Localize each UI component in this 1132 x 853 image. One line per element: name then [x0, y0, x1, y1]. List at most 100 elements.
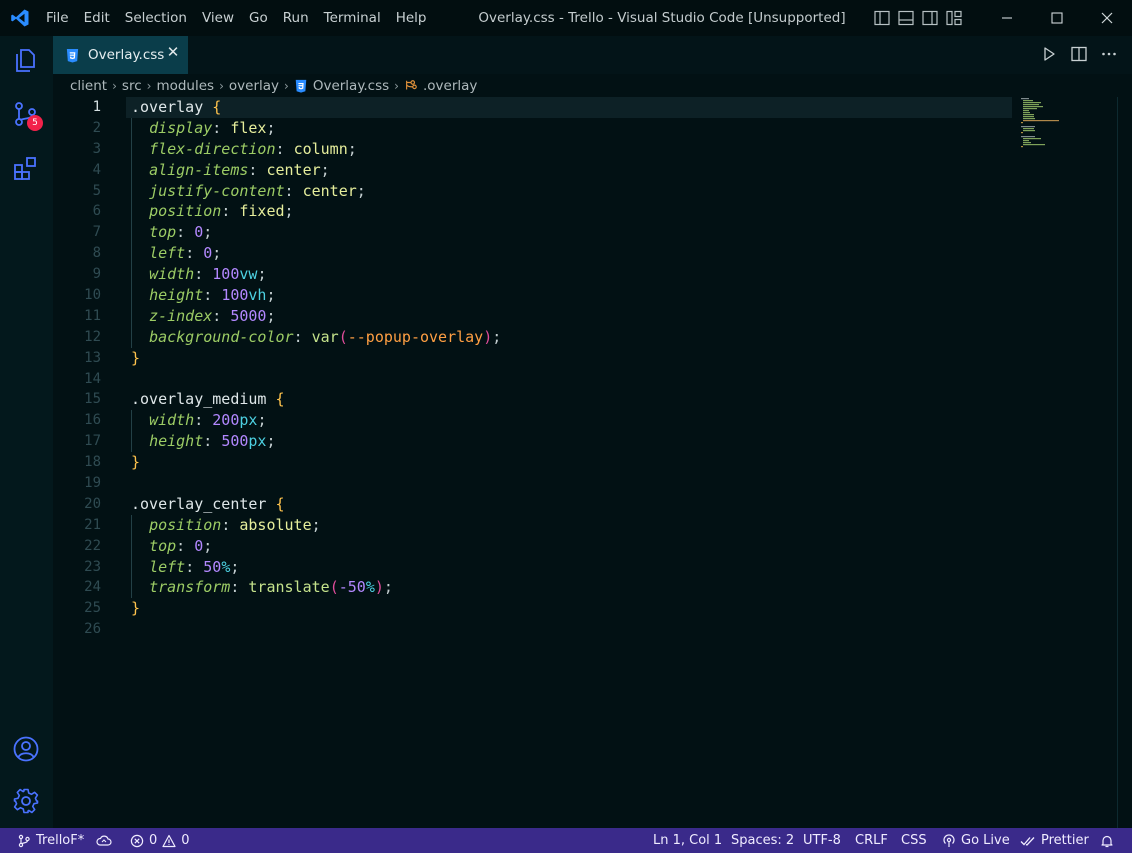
breadcrumb-separator: › [394, 79, 399, 93]
toggle-panel-icon[interactable] [897, 9, 915, 27]
toggle-secondary-sidebar-icon[interactable] [921, 9, 939, 27]
breadcrumb-item-modules[interactable]: modules [156, 78, 214, 94]
css-value: column [293, 139, 348, 158]
css-property: position [149, 202, 222, 221]
status-problems[interactable]: 0 0 [130, 828, 190, 853]
colon: : [203, 432, 222, 451]
css-property: top [149, 536, 177, 555]
code-line: position: absolute; [131, 514, 501, 536]
status-indentation[interactable]: Spaces: 2 [731, 828, 794, 853]
indent-guide [131, 535, 132, 557]
status-cursor-position[interactable]: Ln 1, Col 1 [653, 828, 722, 853]
status-eol[interactable]: CRLF [855, 828, 888, 853]
breadcrumb-item-overlay[interactable]: overlay [229, 78, 279, 94]
maximize-icon[interactable] [1032, 0, 1082, 36]
explorer-icon[interactable] [12, 46, 40, 74]
tab-close-icon[interactable]: ✕ [166, 45, 180, 60]
indent-guide [131, 410, 132, 432]
title-bar: File Edit Selection View Go Run Terminal… [0, 0, 1132, 36]
paren: ) [483, 327, 493, 346]
colon: : [248, 160, 267, 179]
semicolon: ; [492, 327, 502, 346]
indent-guide [131, 180, 132, 202]
indent-guide [131, 243, 132, 265]
semicolon: ; [266, 118, 276, 137]
brace: } [131, 453, 141, 472]
css-unit: vh [248, 286, 267, 305]
css-selector: .overlay_center [131, 494, 267, 513]
line-number: 14 [84, 370, 101, 387]
status-notifications[interactable] [1100, 828, 1119, 853]
minimap[interactable] [1020, 98, 1065, 148]
line-number: 18 [84, 454, 101, 471]
source-branch-icon [18, 834, 30, 847]
breadcrumb-item-file[interactable]: Overlay.css [313, 78, 389, 94]
css-number: 0 [203, 244, 213, 263]
close-icon[interactable] [1082, 0, 1132, 36]
tab-overlay-css[interactable]: Overlay.css ✕ [53, 36, 188, 74]
indent-guide [131, 556, 132, 578]
status-language[interactable]: CSS [901, 828, 927, 853]
run-icon[interactable] [1040, 45, 1058, 63]
code-line: } [131, 348, 501, 369]
warning-icon [162, 834, 176, 847]
more-actions-icon[interactable] [1100, 45, 1118, 63]
css-function: translate [248, 578, 330, 597]
line-number: 20 [84, 495, 101, 512]
menu-go[interactable]: Go [249, 10, 268, 26]
menu-file[interactable]: File [46, 10, 69, 26]
indent-guide [131, 138, 132, 160]
code-line: justify-content: center; [131, 180, 501, 202]
css-value: flex [230, 118, 267, 137]
menu-edit[interactable]: Edit [84, 10, 110, 26]
status-go-live[interactable]: Go Live [942, 828, 1010, 853]
css-property: top [149, 223, 177, 242]
code-line: .overlay_center { [131, 494, 501, 515]
line-number: 13 [84, 349, 101, 366]
code-editor[interactable]: 1 2 3 4 5 6 7 8 9 10 11 12 13 14 15 16 1… [53, 97, 1132, 828]
breadcrumb-separator: › [284, 79, 289, 93]
indent-guide [131, 264, 132, 286]
breadcrumb-item-src[interactable]: src [122, 78, 142, 94]
code-line: height: 100vh; [131, 285, 501, 306]
minimize-icon[interactable] [982, 0, 1032, 36]
line-number: 19 [84, 475, 101, 492]
split-editor-icon[interactable] [1070, 45, 1088, 63]
css-value: center [302, 181, 357, 200]
css-number: 50 [203, 557, 222, 576]
menu-run[interactable]: Run [283, 10, 309, 26]
semicolon: ; [203, 536, 213, 555]
css-variable: --popup-overlay [347, 327, 484, 346]
indent-guide [131, 159, 132, 181]
prettier-label: Prettier [1041, 833, 1089, 848]
status-sync[interactable] [96, 828, 117, 853]
accounts-icon[interactable] [12, 735, 40, 763]
breadcrumb-item-symbol[interactable]: .overlay [423, 78, 477, 94]
semicolon: ; [257, 265, 267, 284]
toggle-primary-sidebar-icon[interactable] [873, 9, 891, 27]
menu-terminal[interactable]: Terminal [324, 10, 381, 26]
colon: : [293, 327, 312, 346]
settings-gear-icon[interactable] [12, 787, 40, 815]
breadcrumb-item-client[interactable]: client [70, 78, 107, 94]
menu-help[interactable]: Help [396, 10, 427, 26]
code-line: position: fixed; [131, 201, 501, 223]
customize-layout-icon[interactable] [945, 9, 963, 27]
tab-label: Overlay.css [88, 47, 165, 63]
status-prettier[interactable]: Prettier [1020, 828, 1089, 853]
menu-view[interactable]: View [202, 10, 234, 26]
status-encoding[interactable]: UTF-8 [803, 828, 841, 853]
css-function: var [311, 327, 339, 346]
status-branch[interactable]: TrelloF* [17, 828, 84, 853]
css-unit: px [248, 432, 267, 451]
broadcast-icon [943, 833, 955, 847]
vertical-scrollbar[interactable] [1117, 97, 1118, 828]
extensions-icon[interactable] [12, 154, 40, 182]
css-property: justify-content [149, 181, 285, 200]
menu-selection[interactable]: Selection [125, 10, 187, 26]
line-number: 4 [92, 161, 101, 178]
semicolon: ; [383, 578, 393, 597]
indent-guide [131, 305, 132, 327]
semicolon: ; [203, 223, 213, 242]
css-number: 500 [221, 432, 249, 451]
